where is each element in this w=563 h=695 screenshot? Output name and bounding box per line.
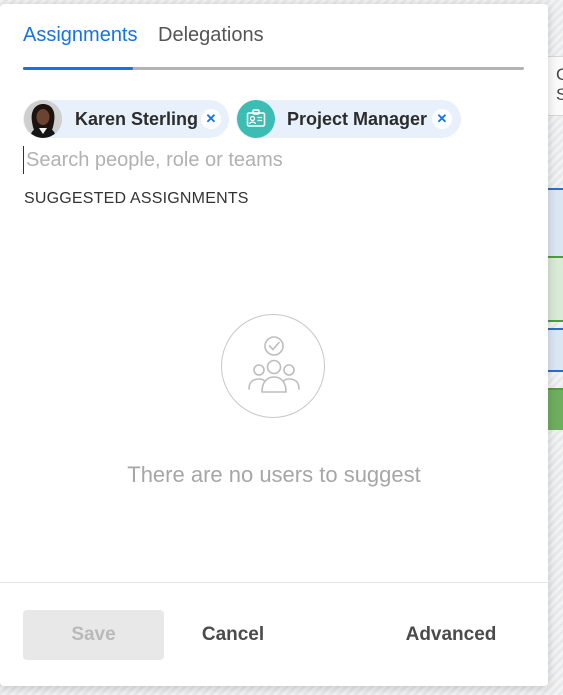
advanced-button[interactable]: Advanced <box>400 610 502 660</box>
background-task-bar <box>548 188 563 260</box>
tab-assignments[interactable]: Assignments <box>23 24 138 47</box>
cancel-button[interactable]: Cancel <box>198 610 268 660</box>
background-task-bar <box>548 256 563 322</box>
tab-bar: Assignments Delegations <box>23 4 524 74</box>
save-button[interactable]: Save <box>23 610 164 660</box>
user-avatar <box>24 100 62 138</box>
tab-delegations[interactable]: Delegations <box>158 24 264 47</box>
background-column-header: C S <box>548 56 563 116</box>
remove-chip-icon[interactable]: ✕ <box>432 109 452 129</box>
assignment-popover: Assignments Delegations Karen Sterling ✕ <box>0 4 548 686</box>
footer-divider <box>0 582 548 583</box>
job-role-icon <box>237 100 275 138</box>
background-header-glyph: S <box>556 85 563 104</box>
background-task-bar <box>548 328 563 372</box>
assignee-chip-person[interactable]: Karen Sterling ✕ <box>23 100 229 138</box>
empty-state-message: There are no users to suggest <box>127 462 421 487</box>
assignee-chip-role[interactable]: Project Manager ✕ <box>236 100 461 138</box>
remove-chip-icon[interactable]: ✕ <box>201 109 221 129</box>
assignee-chip-label: Project Manager <box>287 109 428 129</box>
background-task-bar <box>548 388 563 430</box>
assignee-chip-label: Karen Sterling <box>75 109 199 129</box>
search-input[interactable] <box>23 146 506 174</box>
suggested-assignments-heading: SUGGESTED ASSIGNMENTS <box>24 190 249 207</box>
active-tab-indicator <box>23 67 133 70</box>
background-header-glyph: C <box>556 65 563 84</box>
people-group-check-icon <box>221 314 325 418</box>
